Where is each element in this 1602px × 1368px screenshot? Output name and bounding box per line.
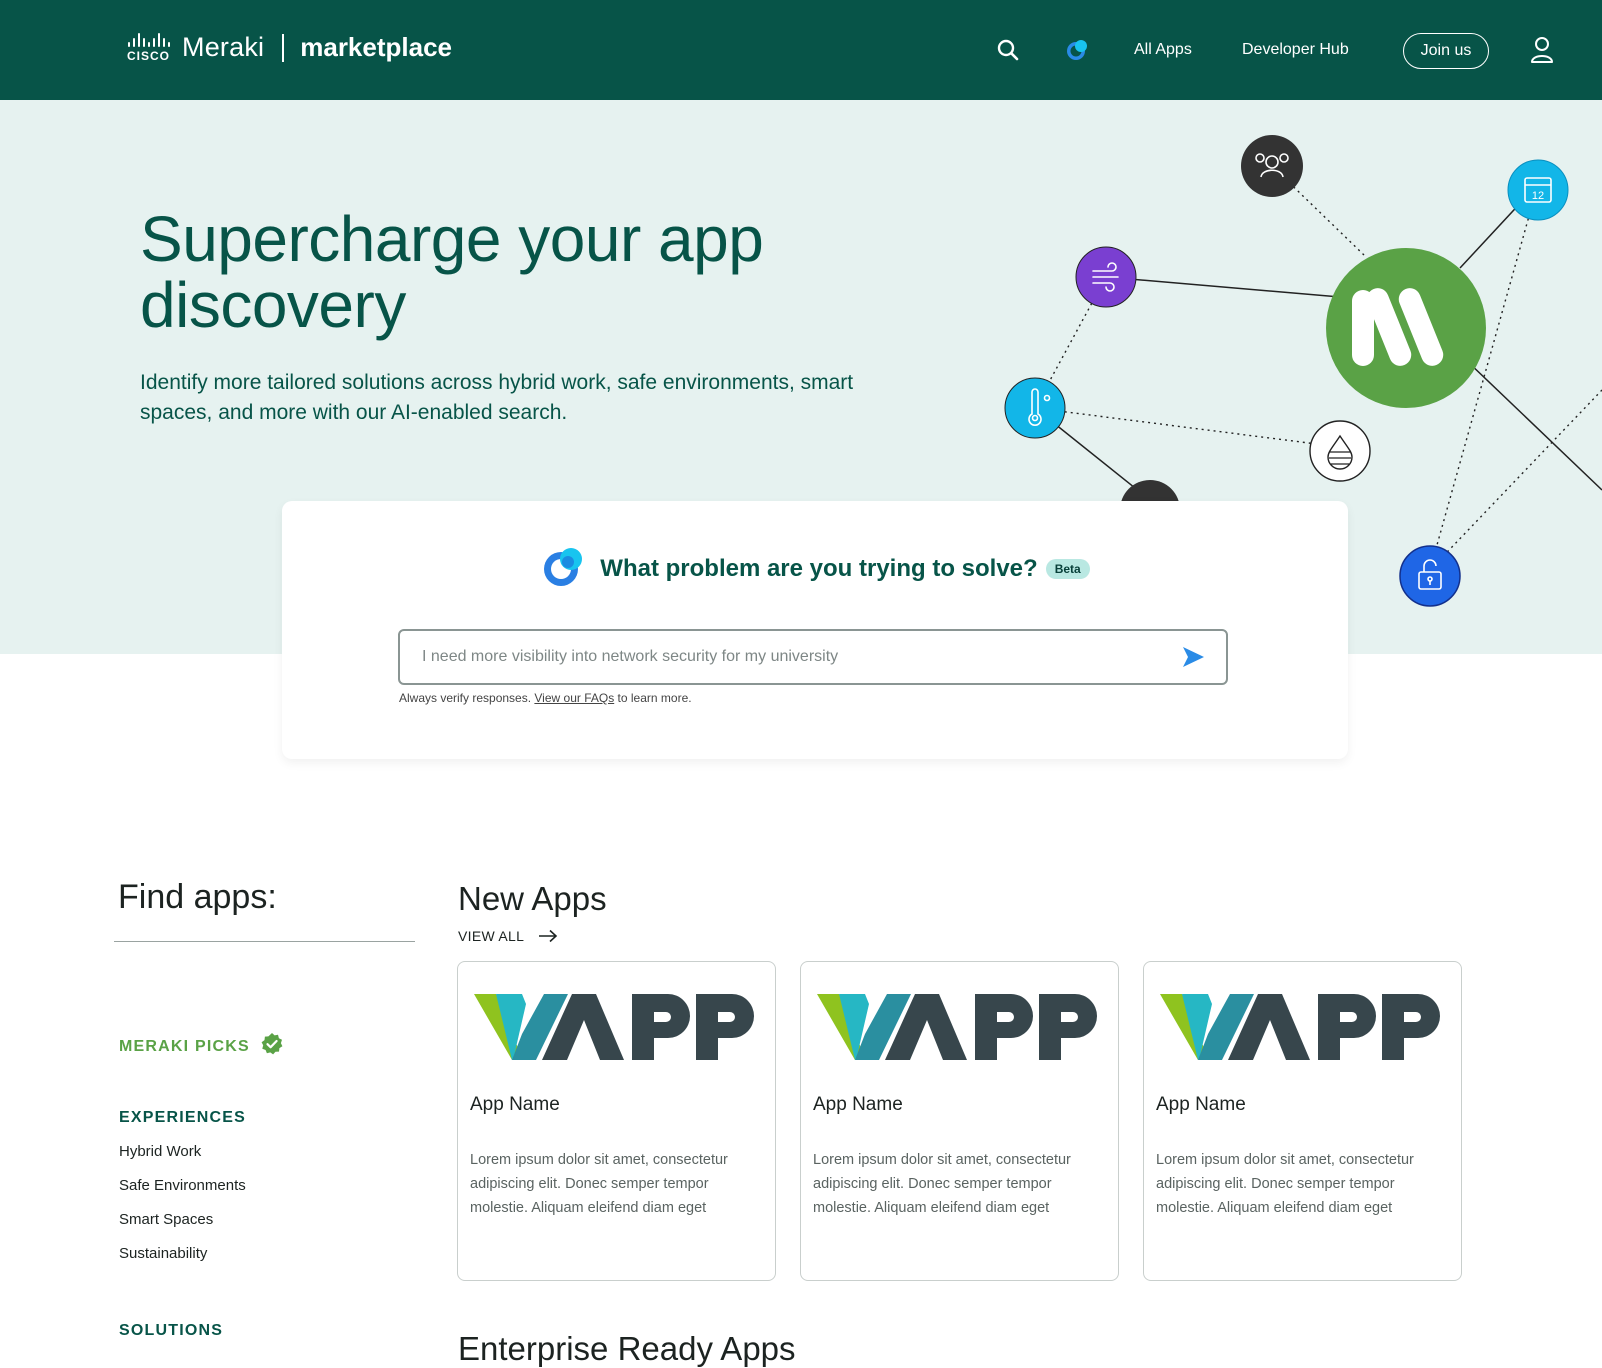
app-card[interactable]: App Name Lorem ipsum dolor sit amet, con… <box>800 961 1119 1281</box>
experiences-heading: EXPERIENCES <box>119 1109 247 1126</box>
send-icon[interactable] <box>1180 644 1206 670</box>
new-apps-title: New Apps <box>458 880 607 917</box>
join-us-button[interactable]: Join us <box>1403 33 1489 69</box>
ai-assistant-icon[interactable] <box>1064 0 1090 100</box>
svg-text:12: 12 <box>1532 190 1544 202</box>
brand-divider <box>282 33 285 62</box>
search-question: What problem are you trying to solve? <box>600 554 1038 582</box>
arrow-right-icon <box>539 929 558 943</box>
top-navigation-bar: CISCO Meraki marketplace All Apps Develo… <box>0 0 1602 100</box>
sidebar-item-smart-spaces[interactable]: Smart Spaces <box>119 1211 213 1228</box>
nav-all-apps[interactable]: All Apps <box>1134 41 1192 59</box>
app-logo <box>817 990 1103 1067</box>
meraki-picks-link[interactable]: MERAKI PICKS <box>119 1032 284 1061</box>
view-all-label: VIEW ALL <box>458 928 525 944</box>
cisco-wordmark: CISCO <box>127 48 171 63</box>
app-card[interactable]: App Name Lorem ipsum dolor sit amet, con… <box>457 961 776 1281</box>
find-apps-divider <box>114 941 415 942</box>
app-logo <box>1160 990 1446 1067</box>
search-input[interactable] <box>422 631 1162 683</box>
next-section-title: Enterprise Ready Apps <box>458 1330 796 1367</box>
meraki-wordmark: Meraki <box>182 32 265 62</box>
app-name: App Name <box>470 1094 560 1115</box>
beta-badge: Beta <box>1045 558 1090 579</box>
sidebar-item-sustainability[interactable]: Sustainability <box>119 1245 207 1262</box>
faq-link[interactable]: View our FAQs <box>534 691 614 705</box>
verified-badge-icon <box>260 1032 284 1061</box>
cisco-logo: CISCO <box>127 32 171 63</box>
sidebar-item-hybrid-work[interactable]: Hybrid Work <box>119 1143 201 1160</box>
app-logo <box>474 990 760 1067</box>
solutions-heading: SOLUTIONS <box>119 1322 224 1339</box>
disclaimer-text: Always verify responses. <box>399 691 532 705</box>
disclaimer-text-end: to learn more. <box>617 691 692 705</box>
search-disclaimer: Always verify responses. View our FAQs t… <box>399 691 692 705</box>
app-description: Lorem ipsum dolor sit amet, consectetur … <box>1156 1152 1414 1216</box>
marketplace-wordmark: marketplace <box>300 32 452 62</box>
ai-search-card: What problem are you trying to solve? Be… <box>282 501 1348 759</box>
app-description: Lorem ipsum dolor sit amet, consectetur … <box>813 1152 1071 1216</box>
search-field <box>398 629 1228 685</box>
user-icon[interactable] <box>1530 0 1554 100</box>
brand-logo[interactable]: CISCO Meraki marketplace <box>127 32 452 63</box>
find-apps-title: Find apps: <box>118 878 277 916</box>
app-name: App Name <box>813 1094 903 1115</box>
search-icon[interactable] <box>996 0 1020 100</box>
ai-assistant-logo-icon <box>540 545 586 592</box>
search-question-row: What problem are you trying to solve? Be… <box>282 545 1348 592</box>
app-description: Lorem ipsum dolor sit amet, consectetur … <box>470 1152 728 1216</box>
sidebar-item-safe-environments[interactable]: Safe Environments <box>119 1177 246 1194</box>
view-all-link[interactable]: VIEW ALL <box>458 928 558 944</box>
nav-developer-hub[interactable]: Developer Hub <box>1242 41 1349 59</box>
app-name: App Name <box>1156 1094 1246 1115</box>
meraki-picks-label: MERAKI PICKS <box>119 1037 250 1055</box>
app-card[interactable]: App Name Lorem ipsum dolor sit amet, con… <box>1143 961 1462 1281</box>
